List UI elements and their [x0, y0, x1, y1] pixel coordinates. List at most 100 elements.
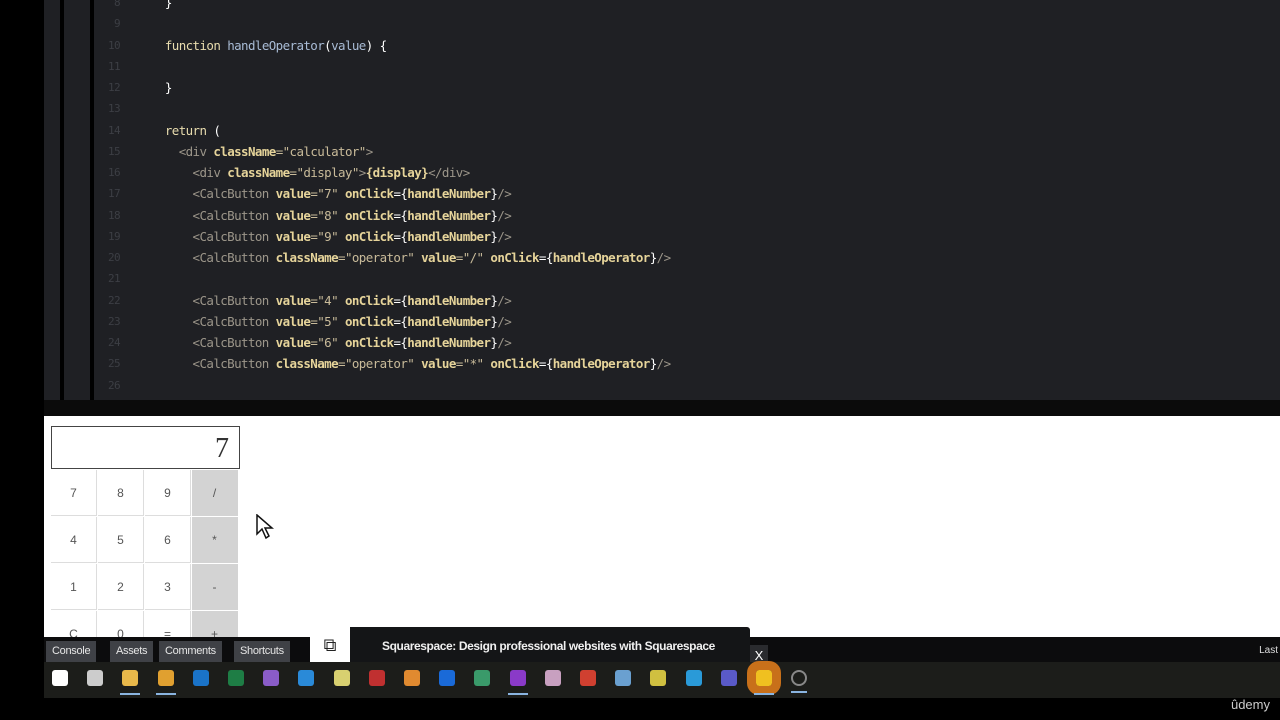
calc-key[interactable]: =: [145, 611, 191, 637]
code-token: handleNumber: [407, 186, 491, 202]
squarespace-logo-icon: ⧉: [310, 627, 350, 664]
code-token: (: [213, 122, 221, 138]
code-token: />: [497, 292, 512, 308]
code-token: ={: [393, 186, 408, 202]
calc-key[interactable]: 0: [98, 611, 144, 637]
maps-icon[interactable]: [439, 670, 456, 686]
line-number: 18: [107, 208, 121, 222]
code-token: ="9": [310, 228, 345, 244]
notepad-icon[interactable]: [333, 670, 350, 686]
calc-key[interactable]: 7: [51, 470, 97, 516]
code-token: function: [151, 37, 228, 53]
line-number: 9: [113, 17, 121, 31]
vscode-icon[interactable]: [298, 670, 315, 686]
line-number: 23: [107, 314, 121, 328]
code-token: className: [275, 250, 339, 265]
shortcuts-tab[interactable]: Shortcuts: [234, 641, 290, 662]
code-token: }: [151, 0, 173, 10]
code-token: value: [275, 313, 311, 329]
line-number: 21: [107, 272, 121, 286]
excel-icon[interactable]: [228, 670, 244, 686]
app-icon[interactable]: [474, 670, 491, 686]
code-token: onClick: [344, 335, 394, 350]
calc-key[interactable]: 1: [51, 564, 97, 610]
gutter-divider: [60, 0, 64, 400]
windows-start-icon[interactable]: [52, 670, 68, 686]
line-number: 11: [107, 59, 121, 73]
snip-icon[interactable]: [650, 670, 667, 686]
code-token: ={: [538, 356, 553, 372]
calc-key[interactable]: +: [192, 611, 238, 637]
code-token: handleNumber: [407, 292, 491, 308]
calc-key[interactable]: 3: [145, 564, 191, 610]
code-token: />: [656, 356, 671, 372]
line-number: 15: [107, 144, 121, 158]
edge-icon[interactable]: [685, 670, 702, 686]
code-text: <CalcButton value="4" onClick={handleNum…: [151, 290, 512, 311]
code-token: handleNumber: [407, 313, 491, 329]
code-token: <CalcButton: [151, 186, 276, 202]
code-token: <CalcButton: [151, 292, 276, 308]
calc-key[interactable]: 5: [98, 517, 144, 563]
code-token: handleNumber: [407, 207, 491, 223]
console-tab[interactable]: Console: [46, 641, 97, 662]
chrome-icon[interactable]: [155, 670, 176, 695]
calc-key[interactable]: C: [51, 611, 97, 637]
onenote-icon[interactable]: [507, 670, 528, 695]
sticky-notes-icon[interactable]: [747, 661, 781, 695]
calc-key[interactable]: 9: [145, 470, 191, 516]
task-view-icon[interactable]: [87, 670, 104, 686]
outlook-icon[interactable]: [192, 670, 209, 686]
line-number: 13: [107, 102, 121, 116]
line-number: 20: [107, 251, 121, 264]
obs-icon[interactable]: [791, 670, 808, 693]
teams-icon[interactable]: [720, 670, 737, 686]
line-number: 16: [107, 166, 121, 179]
line-number: 22: [107, 293, 121, 307]
calc-key[interactable]: 8: [98, 470, 144, 516]
code-token: ="6": [310, 335, 345, 350]
pin-icon[interactable]: [580, 670, 596, 686]
pane-divider[interactable]: [44, 400, 1280, 416]
code-token: <CalcButton: [151, 335, 276, 350]
code-token: return: [151, 122, 214, 138]
code-token: />: [497, 228, 512, 244]
code-token: handleOperator: [552, 250, 651, 265]
code-token: ="/": [455, 250, 491, 265]
preview-pane: 7 7 8 9/ 4 5 6 * 1 2 3- C 0 = +: [44, 416, 1280, 637]
code-token: onClick: [344, 228, 394, 244]
code-token: />: [497, 313, 512, 329]
visual-studio-icon[interactable]: [263, 670, 280, 686]
code-token: ={: [393, 292, 408, 308]
code-token: <div: [151, 165, 228, 180]
code-token: ="*": [455, 356, 491, 372]
calc-key[interactable]: 6: [145, 517, 191, 563]
code-token: ="calculator": [275, 143, 367, 159]
calc-key[interactable]: /: [192, 470, 238, 516]
code-token: }: [649, 250, 658, 265]
file-explorer-icon[interactable]: [120, 670, 141, 695]
code-text: function handleOperator(value) {: [151, 35, 387, 56]
code-token: ={: [393, 335, 408, 350]
code-token: handleNumber: [407, 335, 491, 350]
code-token: onClick: [490, 356, 539, 372]
code-text: <CalcButton value="5" onClick={handleNum…: [151, 311, 512, 332]
code-token: ="display": [289, 165, 360, 180]
code-editor[interactable]: 8 } 9 10 function handleOperator(value) {1…: [44, 0, 1280, 400]
tool-icon[interactable]: [615, 670, 632, 686]
calc-key[interactable]: *: [192, 517, 238, 563]
calc-key[interactable]: 4: [51, 517, 97, 563]
assets-tab[interactable]: Assets: [110, 641, 154, 662]
calc-key[interactable]: -: [192, 564, 238, 610]
comments-tab[interactable]: Comments: [159, 641, 222, 662]
git-icon[interactable]: [404, 670, 420, 686]
ad-banner[interactable]: ⧉ Squarespace: Design professional websi…: [310, 627, 750, 664]
calendar-icon[interactable]: [368, 670, 385, 686]
code-token: onClick: [344, 313, 394, 329]
code-token: <CalcButton: [151, 356, 276, 372]
calc-key[interactable]: 2: [98, 564, 144, 610]
last-label: Last: [1259, 645, 1278, 656]
paint-icon[interactable]: [544, 670, 561, 686]
line-number: 24: [107, 336, 121, 349]
mouse-cursor-icon: [256, 514, 275, 540]
